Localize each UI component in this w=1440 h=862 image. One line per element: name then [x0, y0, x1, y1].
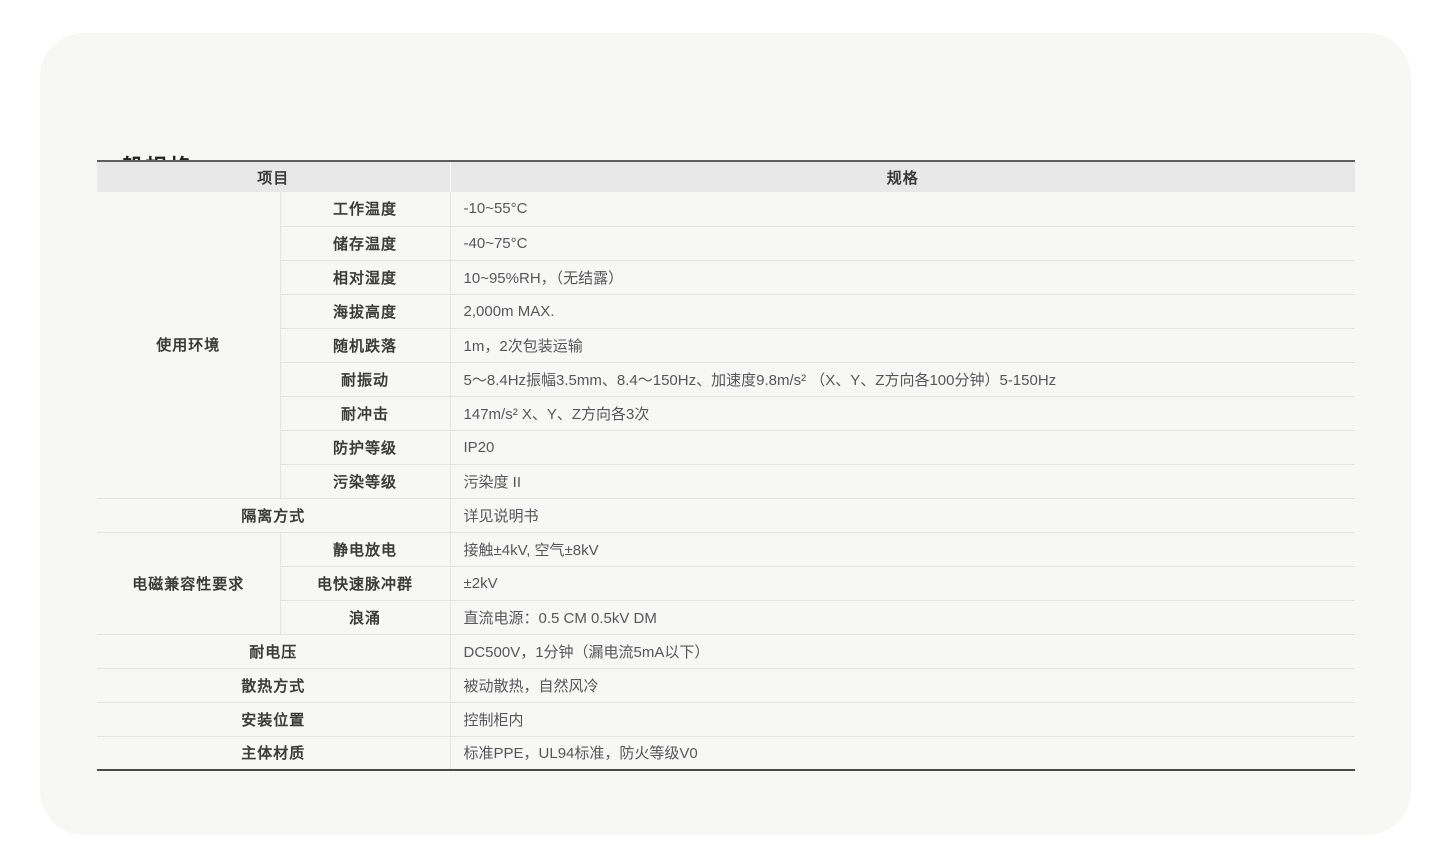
item-label-cell: 海拔高度 [280, 294, 450, 328]
spec-table-body: 使用环境工作温度-10~55°C储存温度-40~75°C相对湿度10~95%RH… [97, 192, 1355, 770]
table-row: 浪涌直流电源：0.5 CM 0.5kV DM [97, 600, 1355, 634]
table-row: 隔离方式详见说明书 [97, 498, 1355, 532]
spec-value-cell: 2,000m MAX. [450, 294, 1355, 328]
table-row: 安装位置控制柜内 [97, 702, 1355, 736]
item-label-cell: 污染等级 [280, 464, 450, 498]
table-row: 主体材质标准PPE，UL94标准，防火等级V0 [97, 736, 1355, 770]
spec-value-cell: 接触±4kV, 空气±8kV [450, 532, 1355, 566]
item-label-cell: 耐电压 [97, 634, 450, 668]
table-row: 储存温度-40~75°C [97, 226, 1355, 260]
table-row: 耐冲击147m/s² X、Y、Z方向各3次 [97, 396, 1355, 430]
table-row: 耐振动5～8.4Hz振幅3.5mm、8.4～150Hz、加速度9.8m/s² （… [97, 362, 1355, 396]
table-row: 防护等级IP20 [97, 430, 1355, 464]
table-row: 散热方式被动散热，自然风冷 [97, 668, 1355, 702]
item-label-cell: 静电放电 [280, 532, 450, 566]
spec-card: 一般规格 项目 规格 使用环境工作温度-10~55°C储存温度-40~75°C相… [40, 33, 1411, 835]
table-row: 电快速脉冲群±2kV [97, 566, 1355, 600]
spec-value-cell: 10~95%RH，（无结露） [450, 260, 1355, 294]
item-label-cell: 随机跌落 [280, 328, 450, 362]
general-specs-table: 项目 规格 使用环境工作温度-10~55°C储存温度-40~75°C相对湿度10… [97, 160, 1355, 771]
table-row: 随机跌落1m，2次包装运输 [97, 328, 1355, 362]
item-label-cell: 工作温度 [280, 192, 450, 226]
spec-value-cell: -40~75°C [450, 226, 1355, 260]
header-row: 项目 规格 [97, 161, 1355, 192]
spec-value-cell: -10~55°C [450, 192, 1355, 226]
spec-value-cell: 被动散热，自然风冷 [450, 668, 1355, 702]
item-label-cell: 相对湿度 [280, 260, 450, 294]
spec-value-cell: IP20 [450, 430, 1355, 464]
spec-value-cell: 控制柜内 [450, 702, 1355, 736]
table-row: 耐电压DC500V，1分钟（漏电流5mA以下） [97, 634, 1355, 668]
spec-value-cell: ±2kV [450, 566, 1355, 600]
spec-value-cell: DC500V，1分钟（漏电流5mA以下） [450, 634, 1355, 668]
spec-value-cell: 污染度 II [450, 464, 1355, 498]
item-label-cell: 耐冲击 [280, 396, 450, 430]
item-label-cell: 安装位置 [97, 702, 450, 736]
group-label-cell: 使用环境 [97, 192, 280, 498]
column-header-spec: 规格 [450, 161, 1355, 192]
item-label-cell: 储存温度 [280, 226, 450, 260]
item-label-cell: 电快速脉冲群 [280, 566, 450, 600]
table-row: 使用环境工作温度-10~55°C [97, 192, 1355, 226]
table-header: 项目 规格 [97, 161, 1355, 192]
table-row: 电磁兼容性要求静电放电接触±4kV, 空气±8kV [97, 532, 1355, 566]
item-label-cell: 主体材质 [97, 736, 450, 770]
spec-value-cell: 标准PPE，UL94标准，防火等级V0 [450, 736, 1355, 770]
spec-value-cell: 147m/s² X、Y、Z方向各3次 [450, 396, 1355, 430]
spec-value-cell: 直流电源：0.5 CM 0.5kV DM [450, 600, 1355, 634]
item-label-cell: 散热方式 [97, 668, 450, 702]
item-label-cell: 耐振动 [280, 362, 450, 396]
group-label-cell: 电磁兼容性要求 [97, 532, 280, 634]
item-label-cell: 防护等级 [280, 430, 450, 464]
table-row: 海拔高度2,000m MAX. [97, 294, 1355, 328]
table-row: 污染等级污染度 II [97, 464, 1355, 498]
spec-value-cell: 1m，2次包装运输 [450, 328, 1355, 362]
item-label-cell: 浪涌 [280, 600, 450, 634]
spec-value-cell: 详见说明书 [450, 498, 1355, 532]
spec-value-cell: 5～8.4Hz振幅3.5mm、8.4～150Hz、加速度9.8m/s² （X、Y… [450, 362, 1355, 396]
column-header-item: 项目 [97, 161, 450, 192]
item-label-cell: 隔离方式 [97, 498, 450, 532]
table-row: 相对湿度10~95%RH，（无结露） [97, 260, 1355, 294]
